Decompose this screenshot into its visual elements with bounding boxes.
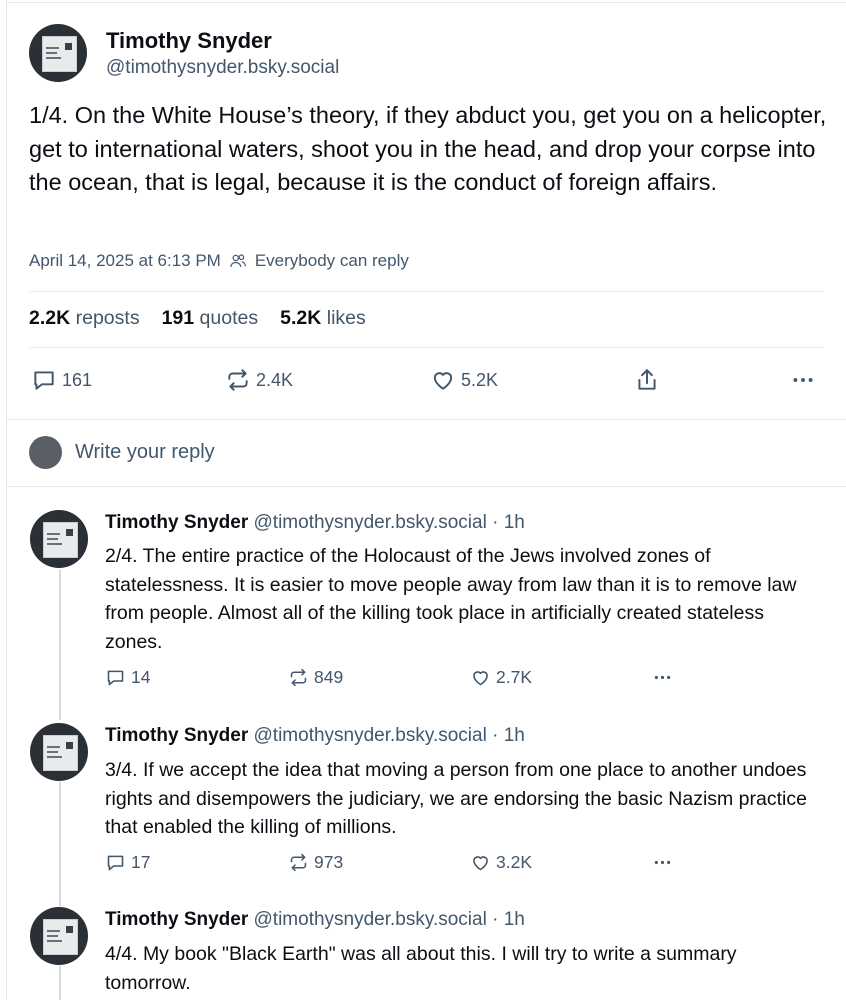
thread-connector	[59, 782, 61, 906]
reply-author-handle[interactable]: @timothysnyder.bsky.social · 1h	[254, 512, 525, 533]
speech-bubble-icon	[107, 855, 124, 871]
reply-setting[interactable]: Everybody can reply	[255, 251, 409, 271]
reply-author-avatar[interactable]	[30, 907, 88, 965]
repost-button[interactable]: 2.4K	[225, 367, 293, 393]
divider	[6, 419, 846, 420]
reply-input[interactable]: Write your reply	[75, 441, 215, 464]
author-name[interactable]: Timothy Snyder	[106, 28, 272, 54]
reply-text: 3/4. If we accept the idea that moving a…	[105, 759, 807, 838]
divider	[29, 347, 824, 348]
thread-connector	[59, 570, 61, 720]
author-avatar[interactable]	[29, 24, 87, 82]
reply-actions: 17 973 3.2K	[0, 852, 846, 878]
speech-bubble-icon	[34, 371, 54, 390]
like-button[interactable]: 5.2K	[430, 367, 498, 393]
ellipsis-icon	[654, 675, 671, 680]
repost-arrows-icon	[290, 853, 307, 872]
more-options-button[interactable]	[652, 852, 673, 873]
reply-header: Timothy Snyder @timothysnyder.bsky.socia…	[105, 909, 525, 931]
more-options-button[interactable]	[790, 367, 816, 393]
heart-icon	[473, 856, 488, 871]
reply-button[interactable]: 14	[105, 667, 150, 688]
thread-connector	[59, 966, 61, 1000]
repost-arrows-icon	[290, 668, 307, 687]
repost-button[interactable]: 849	[288, 667, 343, 688]
post-meta: April 14, 2025 at 6:13 PM Everybody can …	[29, 251, 409, 271]
reply-author-name[interactable]: Timothy Snyder	[105, 725, 248, 746]
reposts-stat[interactable]: 2.2K reposts	[29, 307, 140, 330]
likes-stat[interactable]: 5.2K likes	[280, 307, 366, 330]
reply-author-name[interactable]: Timothy Snyder	[105, 909, 248, 930]
post-text: 1/4. On the White House’s theory, if the…	[29, 102, 827, 195]
ellipsis-icon	[654, 860, 671, 865]
divider	[6, 486, 846, 487]
post-stats: 2.2K reposts 191 quotes 5.2K likes	[29, 307, 366, 330]
repost-button[interactable]: 973	[288, 852, 343, 873]
current-user-avatar	[29, 436, 62, 469]
people-icon	[230, 254, 246, 268]
ellipsis-icon	[793, 378, 813, 382]
reply-text: 4/4. My book "Black Earth" was all about…	[105, 943, 737, 994]
repost-arrows-icon	[228, 369, 248, 391]
reply-button[interactable]: 17	[105, 852, 150, 873]
post-actions: 161 2.4K 5.2K	[0, 367, 846, 397]
like-button[interactable]: 3.2K	[470, 852, 532, 873]
reply-text: 2/4. The entire practice of the Holocaus…	[105, 545, 797, 653]
reply-author-avatar[interactable]	[30, 723, 88, 781]
reply-button[interactable]: 161	[31, 367, 92, 393]
reply-author-handle[interactable]: @timothysnyder.bsky.social · 1h	[254, 725, 525, 746]
more-options-button[interactable]	[652, 667, 673, 688]
reply-author-name[interactable]: Timothy Snyder	[105, 512, 248, 533]
share-button[interactable]	[634, 367, 660, 393]
share-icon	[638, 369, 656, 390]
quotes-stat[interactable]: 191 quotes	[162, 307, 259, 330]
reply-header: Timothy Snyder @timothysnyder.bsky.socia…	[105, 512, 525, 534]
divider	[29, 291, 824, 292]
heart-icon	[473, 671, 488, 686]
reply-author-handle[interactable]: @timothysnyder.bsky.social · 1h	[254, 909, 525, 930]
heart-icon	[433, 372, 453, 390]
like-button[interactable]: 2.7K	[470, 667, 532, 688]
author-handle[interactable]: @timothysnyder.bsky.social	[106, 57, 339, 79]
speech-bubble-icon	[107, 670, 124, 686]
post-timestamp: April 14, 2025 at 6:13 PM	[29, 251, 221, 270]
reply-header: Timothy Snyder @timothysnyder.bsky.socia…	[105, 725, 525, 747]
top-divider	[6, 2, 846, 3]
reply-author-avatar[interactable]	[30, 510, 88, 568]
reply-actions: 14 849 2.7K	[0, 667, 846, 693]
